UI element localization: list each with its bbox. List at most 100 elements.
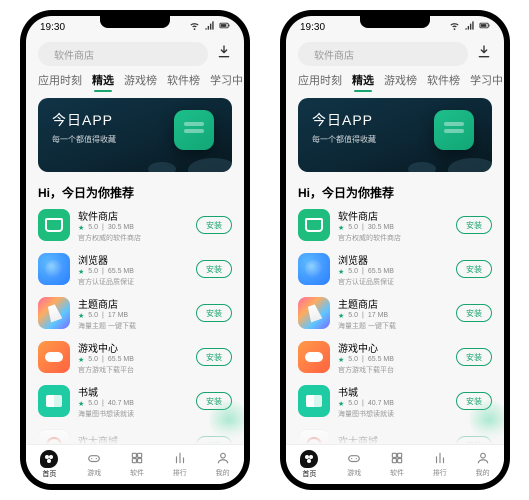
banner-illustration: [174, 110, 214, 150]
app-icon-game: [38, 341, 70, 373]
phone-mockup-left: 19:30 软件商店 应用时刻精选游戏榜软件榜学习中 今日APP 每一个都值得收…: [20, 10, 250, 490]
app-row[interactable]: 浏览器 ★ 5.0 | 65.5 MB 官方认证品质保证 安装: [38, 247, 232, 291]
install-button[interactable]: 安装: [456, 348, 492, 366]
search-input[interactable]: 软件商店: [298, 42, 468, 66]
nav-me[interactable]: 我的: [476, 451, 490, 478]
app-size: 65.5 MB: [108, 268, 134, 275]
banner-illustration: [434, 110, 474, 150]
app-icon-book: [38, 385, 70, 417]
app-row[interactable]: 游戏中心 ★ 5.0 | 65.5 MB 官方游戏下载平台 安装: [38, 335, 232, 379]
app-desc: 海量图书想读就读: [78, 409, 188, 419]
tab-0[interactable]: 应用时刻: [298, 72, 342, 92]
battery-icon: [479, 20, 490, 34]
nav-game[interactable]: 游戏: [347, 451, 361, 478]
tab-4[interactable]: 学习中: [470, 72, 503, 92]
install-button[interactable]: 安装: [456, 436, 492, 444]
install-button[interactable]: 安装: [456, 260, 492, 278]
app-name: 游戏中心: [338, 340, 448, 355]
install-button[interactable]: 安装: [196, 348, 232, 366]
tab-2[interactable]: 游戏榜: [124, 72, 157, 92]
tab-1[interactable]: 精选: [352, 72, 374, 92]
nav-label: 游戏: [87, 468, 101, 478]
tab-2[interactable]: 游戏榜: [384, 72, 417, 92]
install-button[interactable]: 安装: [456, 216, 492, 234]
app-meta: 游戏中心 ★ 5.0 | 65.5 MB 官方游戏下载平台: [78, 340, 188, 375]
app-icon-mall: [298, 429, 330, 444]
app-size: 17 MB: [108, 312, 128, 319]
star-icon: ★: [338, 224, 344, 232]
app-desc: 海量主题 一键下载: [78, 321, 188, 331]
app-row[interactable]: 欢太商城 ★ 5.0 | 40.7 MB 安装: [38, 423, 232, 444]
nav-rank[interactable]: 排行: [433, 451, 447, 478]
install-button[interactable]: 安装: [196, 260, 232, 278]
app-rating: 5.0: [88, 356, 98, 363]
app-meta: 游戏中心 ★ 5.0 | 65.5 MB 官方游戏下载平台: [338, 340, 448, 375]
search-input[interactable]: 软件商店: [38, 42, 208, 66]
download-icon[interactable]: [476, 44, 492, 65]
nav-soft[interactable]: 软件: [130, 451, 144, 478]
app-desc: 官方游戏下载平台: [78, 365, 188, 375]
app-name: 书城: [78, 384, 188, 399]
app-rating: 5.0: [88, 224, 98, 231]
app-row[interactable]: 软件商店 ★ 5.0 | 30.5 MB 官方权威的软件商店 安装: [38, 203, 232, 247]
install-button[interactable]: 安装: [196, 392, 232, 410]
install-button[interactable]: 安装: [456, 392, 492, 410]
app-meta: 主题商店 ★ 5.0 | 17 MB 海量主题 一键下载: [78, 296, 188, 331]
bottom-nav: 首页 游戏 软件 排行 我的: [26, 444, 244, 484]
tab-3[interactable]: 软件榜: [167, 72, 200, 92]
app-desc: 官方认证品质保证: [338, 277, 448, 287]
game-icon: [87, 451, 101, 467]
tab-1[interactable]: 精选: [92, 72, 114, 92]
app-desc: 海量主题 一键下载: [338, 321, 448, 331]
soft-icon: [390, 451, 404, 467]
app-list[interactable]: 软件商店 ★ 5.0 | 30.5 MB 官方权威的软件商店 安装 浏览器 ★ …: [26, 203, 244, 444]
app-row[interactable]: 浏览器 ★ 5.0 | 65.5 MB 官方认证品质保证 安装: [298, 247, 492, 291]
install-button[interactable]: 安装: [196, 436, 232, 444]
nav-home[interactable]: 首页: [300, 450, 318, 479]
screen: 19:30 软件商店 应用时刻精选游戏榜软件榜学习中 今日APP 每一个都值得收…: [286, 16, 504, 484]
install-button[interactable]: 安装: [196, 304, 232, 322]
app-row[interactable]: 欢太商城 ★ 5.0 | 40.7 MB 安装: [298, 423, 492, 444]
app-name: 软件商店: [78, 208, 188, 223]
nav-rank[interactable]: 排行: [173, 451, 187, 478]
app-row[interactable]: 主题商店 ★ 5.0 | 17 MB 海量主题 一键下载 安装: [298, 291, 492, 335]
nav-me[interactable]: 我的: [216, 451, 230, 478]
phone-mockup-right: 19:30 软件商店 应用时刻精选游戏榜软件榜学习中 今日APP 每一个都值得收…: [280, 10, 510, 490]
app-icon-game: [298, 341, 330, 373]
tab-0[interactable]: 应用时刻: [38, 72, 82, 92]
app-row[interactable]: 书城 ★ 5.0 | 40.7 MB 海量图书想读就读 安装: [38, 379, 232, 423]
app-row[interactable]: 游戏中心 ★ 5.0 | 65.5 MB 官方游戏下载平台 安装: [298, 335, 492, 379]
nav-game[interactable]: 游戏: [87, 451, 101, 478]
app-list[interactable]: 软件商店 ★ 5.0 | 30.5 MB 官方权威的软件商店 安装 浏览器 ★ …: [286, 203, 504, 444]
nav-label: 我的: [216, 468, 230, 478]
signal-icon: [204, 20, 215, 34]
nav-home[interactable]: 首页: [40, 450, 58, 479]
featured-banner[interactable]: 今日APP 每一个都值得收藏: [298, 98, 492, 172]
install-button[interactable]: 安装: [456, 304, 492, 322]
signal-icon: [464, 20, 475, 34]
nav-label: 游戏: [347, 468, 361, 478]
app-name: 浏览器: [78, 252, 188, 267]
app-rating: 5.0: [88, 268, 98, 275]
search-row: 软件商店: [26, 38, 244, 70]
download-icon[interactable]: [216, 44, 232, 65]
app-icon-book: [298, 385, 330, 417]
install-button[interactable]: 安装: [196, 216, 232, 234]
app-meta: 主题商店 ★ 5.0 | 17 MB 海量主题 一键下载: [338, 296, 448, 331]
app-meta: 浏览器 ★ 5.0 | 65.5 MB 官方认证品质保证: [338, 252, 448, 287]
app-icon-theme: [298, 297, 330, 329]
app-name: 主题商店: [78, 296, 188, 311]
section-header: Hi，今日为你推荐: [26, 178, 244, 203]
app-rating: 5.0: [348, 356, 358, 363]
nav-soft[interactable]: 软件: [390, 451, 404, 478]
tab-4[interactable]: 学习中: [210, 72, 243, 92]
app-row[interactable]: 软件商店 ★ 5.0 | 30.5 MB 官方权威的软件商店 安装: [298, 203, 492, 247]
app-desc: 官方游戏下载平台: [338, 365, 448, 375]
tab-bar: 应用时刻精选游戏榜软件榜学习中: [286, 70, 504, 92]
app-row[interactable]: 主题商店 ★ 5.0 | 17 MB 海量主题 一键下载 安装: [38, 291, 232, 335]
screen: 19:30 软件商店 应用时刻精选游戏榜软件榜学习中 今日APP 每一个都值得收…: [26, 16, 244, 484]
app-meta: 软件商店 ★ 5.0 | 30.5 MB 官方权威的软件商店: [78, 208, 188, 243]
app-row[interactable]: 书城 ★ 5.0 | 40.7 MB 海量图书想读就读 安装: [298, 379, 492, 423]
tab-3[interactable]: 软件榜: [427, 72, 460, 92]
featured-banner[interactable]: 今日APP 每一个都值得收藏: [38, 98, 232, 172]
